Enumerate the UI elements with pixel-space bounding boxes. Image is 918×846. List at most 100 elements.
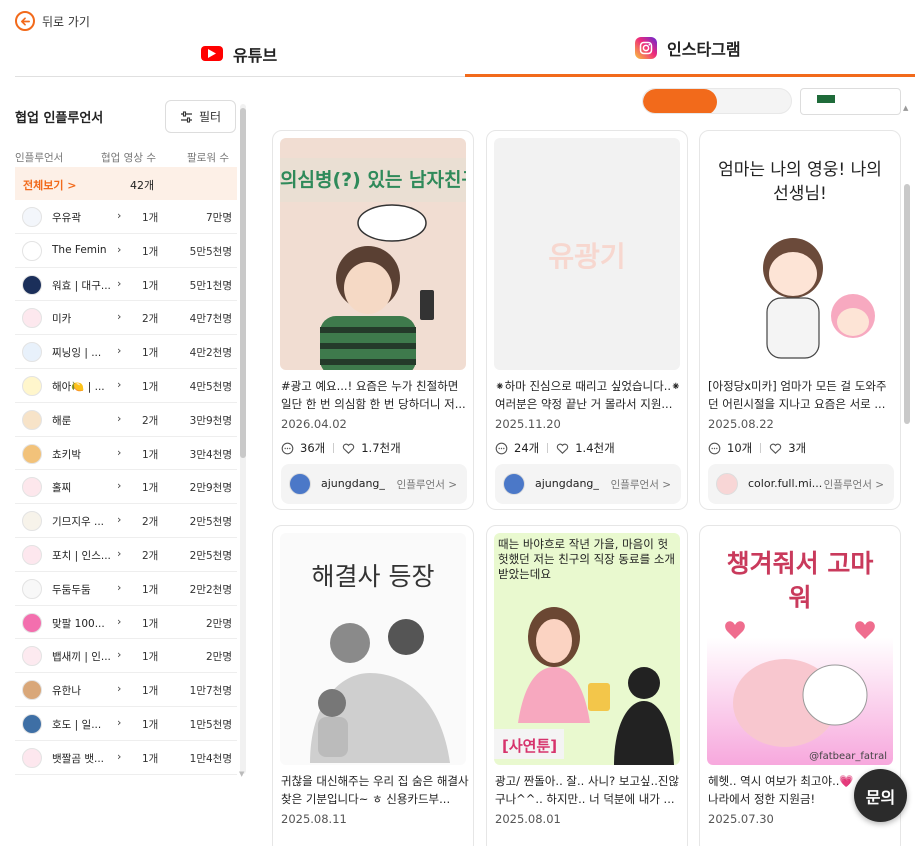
scroll-down-icon[interactable]: ▼ [239,770,244,778]
influencer-name: 우유곽 [52,212,81,224]
chevron-right-icon[interactable]: › [117,479,121,492]
post-thumbnail[interactable]: 때는 바야흐로 작년 가을, 마음이 헛헛했던 저는 친구의 직장 동료를 소개… [494,533,680,765]
owner-row[interactable]: color.full.mi... 인플루언서 > [708,464,894,504]
arrow-left-icon [15,11,35,31]
scrollbar-thumb[interactable] [240,108,246,458]
owner-name: color.full.mi... [748,477,822,490]
list-item[interactable]: 해아🍋 | ... › 1개 4만5천명 [15,369,237,403]
tab-instagram[interactable]: 인스타그램 [465,24,915,77]
post-date: 2025.08.01 [495,812,561,826]
list-item[interactable]: 유한나 › 1개 1만7천명 [15,673,237,707]
chevron-right-icon[interactable]: › [117,750,121,763]
list-item[interactable]: 우유곽 › 1개 7만명 [15,200,237,234]
list-item[interactable]: 두둠두둠 › 1개 2만2천명 [15,572,237,606]
chevron-right-icon[interactable]: › [117,513,121,526]
list-item[interactable]: 미카 › 2개 4만7천명 [15,301,237,336]
post-thumbnail[interactable]: 해결사 등장 [280,533,466,765]
scroll-up-icon[interactable]: ▲ [903,104,908,112]
owner-row[interactable]: ajungdang_ 인플루언서 > [281,464,467,504]
list-item[interactable]: 호도 | 일... › 1개 1만5천명 [15,707,237,741]
influencer-name: 뱃짤곰 뱃... [52,752,104,765]
chevron-right-icon[interactable]: › [117,277,121,290]
inquiry-button[interactable]: 문의 [854,769,907,822]
list-item[interactable]: 맞팔 100... › 1개 2만명 [15,606,237,640]
list-item[interactable]: 포치 | 인스... › 2개 2만5천명 [15,538,237,572]
influencer-name: 뱁새끼 | 인... [52,651,111,664]
post-thumbnail[interactable]: 유광기 [494,138,680,370]
chevron-right-icon[interactable]: › [117,243,121,256]
influencer-avatar [22,578,42,599]
post-card[interactable]: 해결사 등장 귀찮을 대신해주는 우리 집 숨은 해결사 찾은 기분입니다~ ㅎ… [272,525,474,846]
follower-count: 4만5천명 [189,380,232,393]
list-item[interactable]: 뱃짤곰 뱃... › 1개 1만4천명 [15,741,237,775]
video-count: 2개 [142,549,159,562]
post-thumbnail[interactable]: 의심병(?) 있는 남자친구 [280,138,466,370]
sort-button[interactable] [800,88,901,115]
influencer-avatar [22,646,42,667]
chevron-right-icon[interactable]: › [117,310,121,323]
post-card[interactable]: 유광기 ⁕하마 진심으로 때리고 싶었습니다..⁕ 여러분은 약정 끝난 거 몰… [486,130,688,510]
chevron-right-icon[interactable]: › [117,344,121,357]
thumb-title-text: 유광기 [548,240,625,273]
influencer-name: 호도 | 일... [52,718,102,731]
influencer-avatar [22,207,42,227]
toggle-active-segment[interactable] [643,89,717,113]
owner-row[interactable]: ajungdang_ 인플루언서 > [495,464,681,504]
influencer-avatar [22,747,42,768]
video-count: 1개 [142,380,159,393]
main-scrollbar[interactable]: ▲ [903,104,911,844]
list-item[interactable]: 뱁새끼 | 인... › 1개 2만명 [15,639,237,674]
sidebar-title: 협업 인플루언서 [15,111,104,126]
chevron-right-icon[interactable]: › [117,648,121,661]
follower-count: 2만명 [205,651,232,664]
influencer-name: The Femin [52,243,107,256]
post-date: 2025.11.20 [495,417,561,431]
list-item-all[interactable]: 전체보기 > 42개 [15,167,237,200]
chevron-right-icon[interactable]: › [117,682,121,695]
influencer-avatar [22,680,42,701]
video-count: 2개 [142,516,159,529]
chevron-right-icon[interactable]: › [117,547,121,560]
post-card[interactable]: 때는 바야흐로 작년 가을, 마음이 헛헛했던 저는 친구의 직장 동료를 소개… [486,525,688,846]
list-item[interactable]: 홀찌 › 1개 2만9천명 [15,470,237,505]
chevron-right-icon[interactable]: › [117,209,121,222]
chevron-right-icon[interactable]: › [117,615,121,628]
thumb-title-text: 챙겨줘서 고마워 [726,549,874,612]
back-button[interactable]: 뒤로 가기 [15,11,90,31]
chevron-right-icon[interactable]: › [117,716,121,729]
sidebar-scrollbar[interactable]: ▼ [239,104,246,778]
post-title: ⁕하마 진심으로 때리고 싶었습니다..⁕ 여러분은 약정 끝난 거 몰라서 지… [495,379,681,411]
filter-button[interactable]: 필터 [165,100,236,133]
chevron-right-icon[interactable]: › [117,412,121,425]
post-thumbnail[interactable]: 챙겨줘서 고마워 @fatbear_fatral [707,533,893,765]
video-count: 1개 [142,245,159,258]
back-label: 뒤로 가기 [42,14,90,29]
video-count: 1개 [142,347,159,360]
video-count: 1개 [142,752,159,765]
comment-icon [495,442,508,454]
list-item[interactable]: 해룬 › 2개 3만9천명 [15,403,237,437]
owner-role-link[interactable]: 인플루언서 > [611,477,671,492]
follower-count: 2만9천명 [189,482,232,495]
list-item[interactable]: 워효 | 대구... › 1개 5만1천명 [15,268,237,302]
video-count: 1개 [142,718,159,731]
tab-youtube[interactable]: 유튜브 [15,30,465,77]
influencer-name: 해아🍋 | ... [52,380,105,393]
chevron-right-icon[interactable]: › [117,581,121,594]
video-count: 1개 [142,583,159,596]
chevron-right-icon[interactable]: › [117,378,121,391]
chevron-right-icon[interactable]: › [117,446,121,459]
main-scrollbar-thumb[interactable] [904,184,910,424]
post-thumbnail[interactable]: 엄마는 나의 영웅! 나의 선생님! [707,138,893,370]
view-toggle[interactable] [642,88,792,114]
list-item[interactable]: 찌닝잉 | ... › 1개 4만2천명 [15,335,237,369]
list-item[interactable]: The Femin › 1개 5만5천명 [15,234,237,268]
owner-role-link[interactable]: 인플루언서 > [824,477,884,492]
owner-role-link[interactable]: 인플루언서 > [397,477,457,492]
list-item[interactable]: 기므지우 ... › 2개 2만5천명 [15,504,237,538]
excel-icon [817,95,835,103]
post-card[interactable]: 의심병(?) 있는 남자친구 #광고 예요...! 요즘은 누가 친절하면 일단… [272,130,474,510]
list-item[interactable]: 쵸키박 › 1개 3만4천명 [15,437,237,471]
post-stats: 36개 1.7천개 [281,440,401,456]
post-card[interactable]: 엄마는 나의 영웅! 나의 선생님! [아정당x미카] 엄마가 모든 걸 도와주… [699,130,901,510]
